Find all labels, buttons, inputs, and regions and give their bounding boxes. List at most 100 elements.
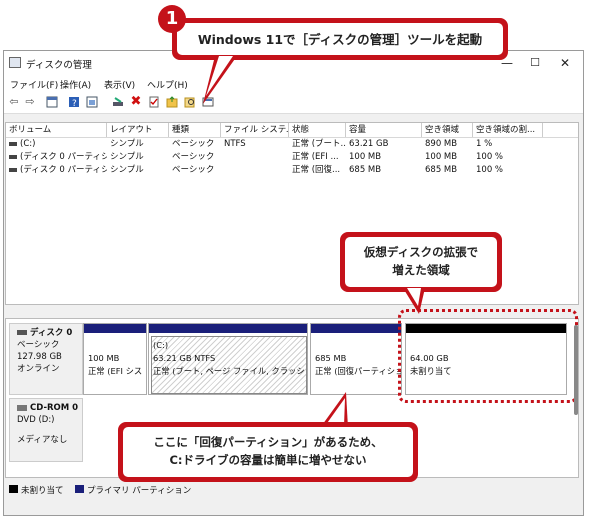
disk-0-label[interactable]: ディスク 0 ベーシック 127.98 GB オンライン — [9, 323, 83, 395]
toolbar: ⇦ ⇨ ? ✖ — [4, 92, 583, 114]
disk-0-status: オンライン — [17, 364, 60, 374]
properties-icon[interactable] — [46, 96, 58, 108]
menu-help[interactable]: ヘルプ(H) — [147, 78, 188, 91]
column-type[interactable]: 種類 — [169, 123, 221, 137]
callout-top: Windows 11で［ディスクの管理］ツールを起動 — [172, 18, 508, 60]
volume-name: (C:) — [20, 139, 36, 149]
partition-c[interactable]: (C:) 63.21 GB NTFS 正常 (ブート, ページ ファイル, クラ… — [148, 323, 308, 395]
column-filesystem[interactable]: ファイル システム — [221, 123, 289, 137]
table-row[interactable]: (C:) シンプル ベーシック NTFS 正常 (ブート... 63.21 GB… — [6, 138, 578, 151]
volume-layout: シンプル — [110, 152, 144, 162]
close-button[interactable]: ✕ — [550, 54, 580, 72]
forward-icon[interactable]: ⇨ — [24, 96, 36, 108]
table-row[interactable]: (ディスク 0 パーティシ... シンプル ベーシック 正常 (回復... 68… — [6, 164, 578, 177]
maximize-button[interactable]: ☐ — [520, 54, 550, 72]
legend-primary: プライマリ パーティション — [87, 486, 192, 496]
disk-0-type: ベーシック — [17, 340, 60, 350]
volume-capacity: 685 MB — [349, 165, 382, 175]
legend-unallocated: 未割り当て — [21, 486, 64, 496]
table-row[interactable]: (ディスク 0 パーティシ... シンプル ベーシック 正常 (EFI ... … — [6, 151, 578, 164]
partition-status: 正常 (EFI シス — [88, 366, 143, 376]
volume-icon — [9, 154, 17, 159]
volume-list-header: ボリューム レイアウト 種類 ファイル システム 状態 容量 空き領域 空き領域… — [6, 123, 578, 138]
callout-bottom-line1: ここに「回復パーティション」があるため、 — [153, 435, 383, 449]
cdrom-media: メディアなし — [17, 435, 68, 445]
volume-type: ベーシック — [172, 165, 215, 175]
legend-unallocated-swatch — [9, 485, 18, 493]
partition-recovery[interactable]: 685 MB 正常 (回復パーティショ — [310, 323, 402, 395]
callout-right-line2: 増えた領域 — [392, 263, 450, 277]
help-icon[interactable]: ? — [68, 96, 80, 109]
volume-icon — [9, 141, 17, 146]
partition-bar — [84, 324, 146, 333]
column-free-space[interactable]: 空き領域 — [422, 123, 473, 137]
volume-free: 890 MB — [425, 139, 458, 149]
menu-file[interactable]: ファイル(F) — [10, 78, 58, 91]
volume-free-percent: 100 % — [476, 165, 504, 175]
volume-free-percent: 100 % — [476, 152, 504, 162]
callout-right-line1: 仮想ディスクの拡張で — [363, 245, 479, 259]
folder-icon[interactable] — [166, 96, 178, 108]
delete-icon[interactable]: ✖ — [130, 95, 142, 108]
column-capacity[interactable]: 容量 — [346, 123, 422, 137]
partition-status: 正常 (回復パーティショ — [315, 366, 401, 376]
cdrom-label[interactable]: CD-ROM 0 DVD (D:) メディアなし — [9, 398, 83, 462]
unallocated-highlight — [398, 309, 578, 403]
callout-bottom-line2: C:ドライブの容量は簡単に増やせない — [169, 453, 367, 467]
volume-type: ベーシック — [172, 139, 215, 149]
cdrom-drive: DVD (D:) — [17, 415, 55, 425]
volume-status: 正常 (EFI ... — [292, 152, 339, 162]
window-title: ディスクの管理 — [26, 60, 92, 71]
callout-right-pointer — [403, 288, 425, 314]
volume-free: 685 MB — [425, 165, 458, 175]
disk-icon — [17, 330, 27, 335]
partition-efi[interactable]: 100 MB 正常 (EFI シス — [83, 323, 147, 395]
volume-name: (ディスク 0 パーティシ... — [20, 165, 107, 175]
volume-free-percent: 1 % — [476, 139, 493, 149]
menu-bar: ファイル(F) 操作(A) 表示(V) ヘルプ(H) — [4, 75, 583, 92]
legend-primary-swatch — [75, 485, 84, 493]
callout-top-pointer — [203, 56, 237, 104]
volume-filesystem: NTFS — [224, 139, 246, 149]
column-volume[interactable]: ボリューム — [6, 123, 107, 137]
volume-name: (ディスク 0 パーティシ... — [20, 152, 107, 162]
volume-capacity: 63.21 GB — [349, 139, 389, 149]
volume-layout: シンプル — [110, 139, 144, 149]
disk-0-size: 127.98 GB — [17, 352, 62, 362]
callout-right: 仮想ディスクの拡張で 増えた領域 — [340, 232, 502, 292]
callout-top-text: Windows 11で［ディスクの管理］ツールを起動 — [177, 23, 503, 55]
check-icon[interactable] — [148, 96, 160, 108]
volume-capacity: 100 MB — [349, 152, 382, 162]
volume-status: 正常 (ブート... — [292, 139, 346, 149]
column-layout[interactable]: レイアウト — [107, 123, 169, 137]
volume-filesystem — [221, 151, 289, 164]
partition-size: 100 MB — [88, 353, 120, 363]
partition-bar — [149, 324, 307, 333]
volume-type: ベーシック — [172, 152, 215, 162]
legend: 未割り当て プライマリ パーティション — [5, 482, 579, 496]
cdrom-icon — [17, 404, 27, 411]
menu-view[interactable]: 表示(V) — [104, 78, 135, 91]
column-free-percent[interactable]: 空き領域の割... — [473, 123, 543, 137]
partition-size: 63.21 GB NTFS — [153, 353, 216, 363]
callout-bottom: ここに「回復パーティション」があるため、 C:ドライブの容量は簡単に増やせない — [118, 422, 418, 482]
volume-filesystem — [221, 164, 289, 177]
partition-status: 正常 (ブート, ページ ファイル, クラッシュ ダ — [153, 366, 305, 376]
disk-0-name: ディスク 0 — [30, 328, 73, 338]
partition-size: 685 MB — [315, 353, 347, 363]
back-icon[interactable]: ⇦ — [8, 96, 20, 108]
column-status[interactable]: 状態 — [289, 123, 346, 137]
volume-free: 100 MB — [425, 152, 458, 162]
partition-bar — [311, 324, 401, 333]
svg-text:?: ? — [72, 99, 77, 108]
connect-icon[interactable] — [112, 96, 124, 108]
volume-layout: シンプル — [110, 165, 144, 175]
volume-status: 正常 (回復... — [292, 165, 341, 175]
menu-action[interactable]: 操作(A) — [60, 78, 91, 91]
volume-icon — [9, 167, 17, 172]
refresh-icon[interactable] — [86, 96, 98, 108]
step-badge: 1 — [158, 5, 186, 33]
scrollbar-thumb[interactable] — [574, 325, 578, 415]
disk-management-app-icon — [9, 57, 21, 68]
partition-letter: (C:) — [153, 340, 169, 350]
